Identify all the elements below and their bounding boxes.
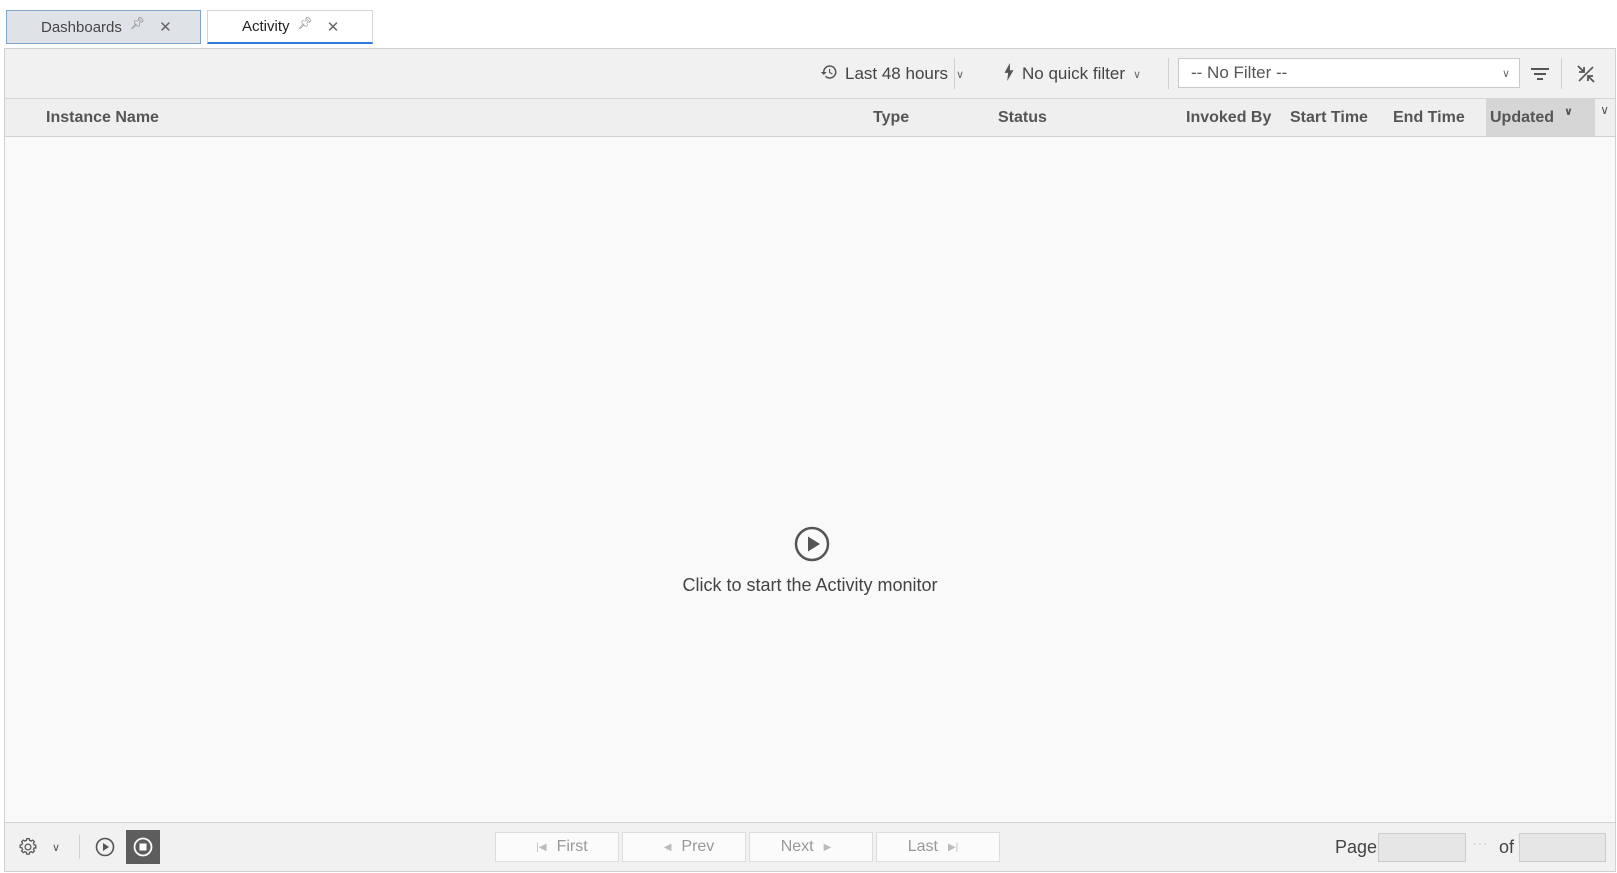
next-page-icon: ▶ <box>823 841 832 853</box>
last-page-button[interactable]: Last ▶| <box>876 832 1000 862</box>
close-icon[interactable]: ✕ <box>327 18 340 36</box>
footer-toolbar: ∨ |◀ First ◀ Prev Next ▶ Last ▶| Page ··… <box>5 822 1615 871</box>
tab-bar: Dashboards 📌︎ ✕ Activity 📌︎ ✕ <box>0 0 1617 47</box>
tab-label: Dashboards <box>41 18 122 36</box>
column-type[interactable]: Type <box>873 99 909 136</box>
quick-filter-label: No quick filter <box>1022 64 1125 83</box>
chevron-down-icon[interactable]: ∨ <box>49 834 63 860</box>
filter-select-value: -- No Filter -- <box>1191 63 1288 82</box>
first-page-button[interactable]: |◀ First <box>495 832 619 862</box>
column-start-time[interactable]: Start Time <box>1290 99 1368 136</box>
next-page-label: Next <box>780 838 814 855</box>
column-end-time[interactable]: End Time <box>1393 99 1465 136</box>
divider <box>1168 58 1169 89</box>
page-number-input[interactable] <box>1378 833 1466 862</box>
of-label: of <box>1499 837 1515 857</box>
tab-dashboards[interactable]: Dashboards 📌︎ ✕ <box>6 10 201 44</box>
history-icon <box>820 63 838 86</box>
quick-filter-dropdown[interactable]: No quick filter ∨ <box>1003 49 1141 99</box>
column-menu-icon[interactable]: ∨ <box>1600 103 1609 117</box>
activity-panel: Last 48 hours ∨ No quick filter ∨ -- No … <box>4 48 1616 872</box>
chevron-down-icon: ∨ <box>956 68 965 81</box>
toolbar: Last 48 hours ∨ No quick filter ∨ -- No … <box>5 49 1615 99</box>
filter-select[interactable]: -- No Filter -- ∨ <box>1178 58 1520 88</box>
play-circle-icon[interactable] <box>93 834 117 860</box>
divider <box>954 58 955 89</box>
last-page-icon: ▶| <box>947 841 959 853</box>
column-updated-label: Updated <box>1490 108 1554 126</box>
prev-page-label: Prev <box>681 838 715 855</box>
pin-icon[interactable]: 📌︎ <box>298 16 313 30</box>
last-page-label: Last <box>907 838 938 855</box>
close-icon[interactable]: ✕ <box>159 18 172 36</box>
divider <box>1561 58 1562 89</box>
empty-state: Click to start the Activity monitor <box>5 137 1615 871</box>
gear-icon[interactable] <box>17 834 39 860</box>
play-circle-icon[interactable] <box>794 526 830 562</box>
column-instance-name[interactable]: Instance Name <box>46 99 159 136</box>
pin-icon[interactable]: 📌︎ <box>130 16 145 30</box>
time-range-dropdown[interactable]: Last 48 hours ∨ <box>820 49 964 99</box>
total-pages-field <box>1519 833 1606 862</box>
time-range-label: Last 48 hours <box>845 64 949 83</box>
first-page-label: First <box>556 838 588 855</box>
filter-lines-icon[interactable] <box>1527 61 1553 87</box>
prev-page-button[interactable]: ◀ Prev <box>622 832 746 862</box>
column-updated[interactable]: Updated ∨ <box>1486 99 1595 136</box>
tab-activity[interactable]: Activity 📌︎ ✕ <box>207 10 373 44</box>
stop-circle-icon[interactable] <box>126 830 160 864</box>
prev-page-icon: ◀ <box>663 841 672 853</box>
sort-desc-icon: ∨ <box>1564 106 1573 118</box>
column-status[interactable]: Status <box>998 99 1047 136</box>
separator-dots: ··· <box>1473 836 1488 850</box>
first-page-icon: |◀ <box>536 841 547 853</box>
empty-state-message[interactable]: Click to start the Activity monitor <box>5 575 1615 596</box>
collapse-icon[interactable] <box>1573 61 1599 87</box>
table-header: Instance Name Type Status Invoked By Sta… <box>5 99 1615 137</box>
divider <box>79 835 80 859</box>
next-page-button[interactable]: Next ▶ <box>749 832 873 862</box>
column-invoked-by[interactable]: Invoked By <box>1186 99 1271 136</box>
chevron-down-icon: ∨ <box>1501 68 1510 80</box>
page-label: Page <box>1335 837 1378 857</box>
bolt-icon <box>1003 62 1015 86</box>
tab-label: Activity <box>242 18 290 35</box>
chevron-down-icon: ∨ <box>1132 68 1142 81</box>
